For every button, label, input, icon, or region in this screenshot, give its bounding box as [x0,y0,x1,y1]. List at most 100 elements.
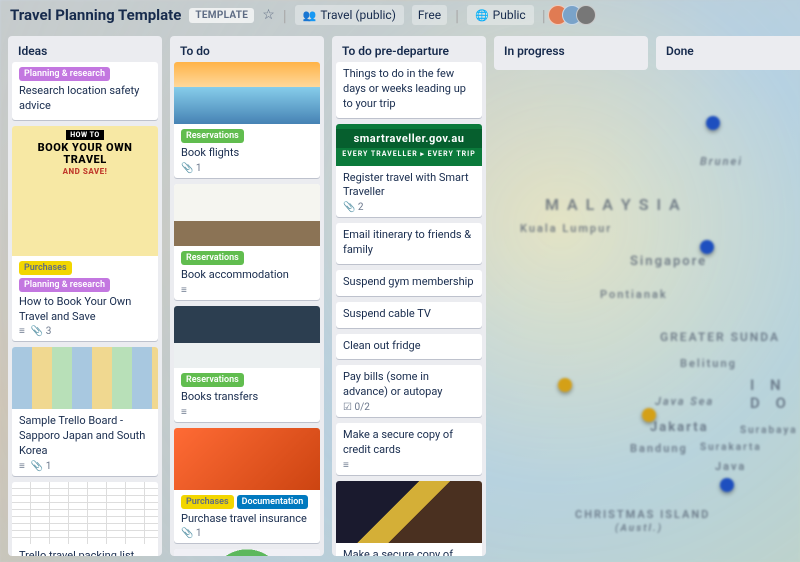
card-cover [174,306,320,368]
card-title: Pay bills (some in advance) or autopay [343,370,475,400]
attachment-badge: 📎 3 [31,326,52,337]
card-labels: Reservations [181,373,313,387]
card[interactable]: Sample Trello Board - Sapporo Japan and … [12,347,158,476]
attachment-badge: 📎 1 [181,528,202,539]
checklist-badge: ☑ 0/2 [343,402,370,413]
avatar [576,5,596,25]
plan-badge: Free [412,5,447,25]
list: To do pre-departure Things to do in the f… [332,36,486,556]
list-title[interactable]: To do pre-departure [332,36,486,62]
label-research: Planning & research [19,67,110,81]
card-labels: PurchasesDocumentation [181,495,313,509]
card-badges: ☑ 0/2 [343,402,475,413]
description-icon: ≡ [19,326,25,337]
card[interactable]: Suspend gym membership [336,270,482,296]
card-cover [174,549,320,556]
card-title: Research location safety advice [19,84,151,114]
card[interactable]: Make a secure copy of your passport≡📎 1 [336,481,482,556]
card-title: Book accommodation [181,268,313,283]
globe-icon: 🌐 [475,9,489,22]
card-title: How to Book Your Own Travel and Save [19,295,151,325]
visibility-button[interactable]: 🌐 Public [467,5,534,25]
card-badges: ≡ [343,460,475,471]
list-title[interactable]: Done [656,36,800,62]
member-avatars[interactable] [554,5,596,25]
card-title: Register travel with Smart Traveller [343,171,475,201]
card-labels: Reservations [181,129,313,143]
card[interactable]: Pay bills (some in advance) or autopay ☑ … [336,365,482,417]
label-reservations: Reservations [181,373,244,387]
list-title[interactable]: Ideas [8,36,162,62]
star-icon[interactable]: ☆ [262,7,275,23]
card-badges: ≡ [181,407,313,418]
card[interactable]: Reservations Books transfers ≡ [174,306,320,422]
list: Done [656,36,800,70]
card-badges: 📎 1 [181,528,313,539]
card[interactable]: smartraveller.gov.auEVERY TRAVELLER ▸ EV… [336,124,482,218]
card-badges: 📎 1 [181,163,313,174]
card-cover: smartraveller.gov.auEVERY TRAVELLER ▸ EV… [336,124,482,166]
card-title: Make a secure copy of credit cards [343,428,475,458]
card[interactable]: ReservationsBook accommodation≡ [174,184,320,300]
card-badges: 📎 2 [343,202,475,213]
list-cards: Reservations Book flights 📎 1 Reservations B… [170,62,324,556]
card[interactable]: Suspend cable TV [336,302,482,328]
card-title: Books transfers [181,390,313,405]
card[interactable]: PurchasesDocumentation Purchase travel in… [174,428,320,544]
card-title: Things to do in the few days or weeks le… [343,67,475,112]
label-research: Planning & research [19,278,110,292]
card[interactable]: Things to do in the few days or weeks le… [336,62,482,118]
card-cover [12,347,158,409]
card[interactable]: Make a secure copy of credit cards ≡ [336,423,482,475]
attachment-badge: 📎 1 [31,461,52,472]
label-documentation: Documentation [237,495,309,509]
board-header: Travel Planning Template TEMPLATE ☆ | 👥T… [0,0,800,30]
label-reservations: Reservations [181,129,244,143]
people-icon: 👥 [303,9,317,22]
label-purchases: Purchases [181,495,234,509]
attachment-badge: 📎 1 [181,163,202,174]
card[interactable]: Reservations Book flights 📎 1 [174,62,320,178]
board-canvas: Ideas Planning & research Research locatio… [0,30,800,562]
board-title: Travel Planning Template [10,6,181,24]
visibility-label: Public [493,8,526,22]
card[interactable]: Planning & research Research location saf… [12,62,158,120]
list: In progress [494,36,648,70]
card-title: Sample Trello Board - Sapporo Japan and … [19,414,151,459]
card-title: Suspend cable TV [343,307,475,322]
card-title: Clean out fridge [343,339,475,354]
description-icon: ≡ [19,461,25,472]
list-title[interactable]: To do [170,36,324,62]
card-badges: ≡ 📎 1 [19,461,151,472]
list: To doReservationsBook flights📎 1Reservat… [170,36,324,556]
card[interactable]: Email itinerary to friends & family [336,223,482,264]
card-cover: HOW TOBOOK YOUR OWN TRAVELAND SAVE! [12,126,158,256]
card[interactable]: Trello travel packing list≡📎 1🗐 1 [12,482,158,556]
label-reservations: Reservations [181,251,244,265]
card[interactable]: Clean out fridge [336,334,482,360]
description-icon: ≡ [343,460,349,471]
card-labels: Reservations [181,251,313,265]
list-cards: Planning & research Research location saf… [8,62,162,556]
card-cover [174,184,320,246]
card-labels: Purchases Planning & research [19,261,151,292]
card[interactable] [174,549,320,556]
list-title[interactable]: In progress [494,36,648,62]
card-title: Trello travel packing list [19,549,151,556]
list-cards: Things to do in the few days or weeks le… [332,62,486,556]
card-title: Purchase travel insurance [181,512,313,527]
description-icon: ≡ [181,407,187,418]
card-labels: Planning & research [19,67,151,81]
workspace-name: Travel (public) [320,8,395,22]
list-cards [494,62,648,70]
card-cover [12,482,158,544]
label-purchases: Purchases [19,261,72,275]
card[interactable]: HOW TOBOOK YOUR OWN TRAVELAND SAVE! Purch… [12,126,158,342]
card-cover [174,62,320,124]
card-badges: ≡ 📎 3 [19,326,151,337]
card-title: Suspend gym membership [343,275,475,290]
attachment-badge: 📎 2 [343,202,364,213]
card-title: Book flights [181,146,313,161]
workspace-button[interactable]: 👥Travel (public) [295,5,404,25]
list-cards [656,62,800,70]
